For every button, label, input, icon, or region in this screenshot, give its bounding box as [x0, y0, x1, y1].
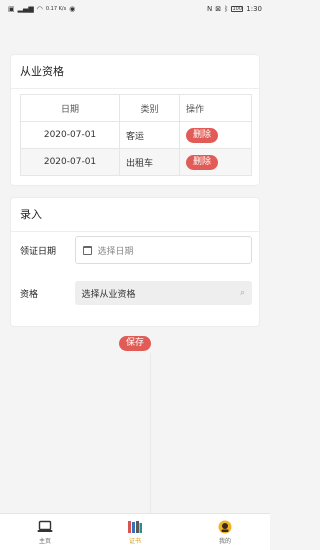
- books-icon: [127, 520, 143, 534]
- nav-label-home: 主页: [38, 537, 51, 545]
- row-date: 2020-07-01: [20, 121, 120, 149]
- bluetooth-icon: ᛒ: [224, 4, 229, 13]
- nav-item-certificates[interactable]: 证书: [90, 514, 180, 550]
- battery-icon: 100: [231, 6, 244, 12]
- qualification-placeholder: 选择从业资格: [81, 289, 136, 300]
- qualification-label: 资格: [20, 289, 39, 300]
- mute-icon: ⊠: [215, 4, 222, 13]
- qualification-table: 日期 类别 操作 2020-07-01 客运 删除 2020-07-01 出租车…: [20, 94, 252, 176]
- eye-icon: ◉: [69, 4, 76, 13]
- status-left: ▣ ▂▄▆ ◠ 0.17 K/s ◉: [8, 4, 76, 13]
- status-bar: ▣ ▂▄▆ ◠ 0.17 K/s ◉ N ⊠ ᛒ 100 1:30: [0, 0, 270, 18]
- nav-label-mine: 我的: [218, 537, 231, 545]
- delete-button[interactable]: 删除: [186, 154, 219, 170]
- table-row: 2020-07-01 客运 删除: [20, 121, 252, 149]
- data-speed-text: 0.17 K/s: [45, 5, 67, 12]
- status-right: N ⊠ ᛒ 100 1:30: [207, 5, 262, 13]
- clock: 1:30: [246, 5, 262, 13]
- row-action-cell: 删除: [179, 121, 252, 149]
- wifi-icon: ◠: [36, 4, 43, 13]
- column-header-action: 操作: [179, 94, 252, 122]
- table-header-row: 日期 类别 操作: [20, 94, 252, 122]
- save-button[interactable]: 保存: [119, 336, 151, 351]
- avatar-icon: [217, 520, 233, 534]
- table-row: 2020-07-01 出租车 删除: [20, 148, 252, 176]
- date-label: 领证日期: [20, 246, 57, 257]
- nfc-icon: N: [206, 4, 213, 13]
- date-row: 领证日期 选择日期: [20, 236, 252, 264]
- divider: [150, 353, 151, 513]
- qualification-card: 从业资格 日期 类别 操作 2020-07-01 客运 删除 2020-07-0…: [10, 54, 260, 186]
- delete-button[interactable]: 删除: [186, 127, 219, 143]
- date-picker-input[interactable]: 选择日期: [74, 236, 252, 264]
- row-date: 2020-07-01: [20, 148, 120, 176]
- entry-card: 录入 领证日期 选择日期 资格 选择从业资格 ⌕: [10, 197, 260, 327]
- signal-icon: ▂▄▆: [17, 4, 34, 13]
- nav-label-certificates: 证书: [128, 537, 141, 545]
- date-placeholder: 选择日期: [97, 246, 134, 257]
- qualification-title: 从业资格: [11, 55, 259, 89]
- sim-icon: ▣: [8, 4, 15, 13]
- column-header-date: 日期: [20, 94, 120, 122]
- calendar-icon: [82, 245, 92, 255]
- search-icon: ⌕: [239, 288, 245, 298]
- entry-title: 录入: [11, 198, 259, 232]
- row-type: 出租车: [119, 148, 180, 176]
- qualification-row: 资格 选择从业资格 ⌕: [20, 279, 252, 307]
- nav-item-home[interactable]: 主页: [0, 514, 90, 550]
- qualification-select[interactable]: 选择从业资格 ⌕: [74, 281, 252, 305]
- row-type: 客运: [119, 121, 180, 149]
- laptop-icon: [37, 520, 53, 534]
- column-header-type: 类别: [119, 94, 180, 122]
- bottom-nav: 主页 证书 我的: [0, 513, 270, 550]
- nav-item-mine[interactable]: 我的: [180, 514, 270, 550]
- row-action-cell: 删除: [179, 148, 252, 176]
